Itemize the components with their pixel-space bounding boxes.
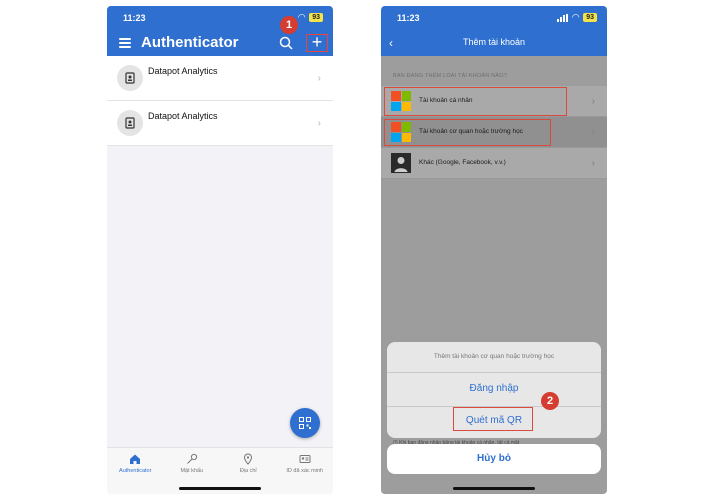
sign-in-button[interactable]: Đăng nhập [387,383,601,394]
hamburger-menu-icon[interactable] [119,38,131,48]
signal-icon [557,13,569,22]
badge-icon [117,110,143,136]
app-title: Authenticator [141,34,239,51]
wifi-icon: ◠ [298,12,306,22]
page-title: Thêm tài khoản [462,37,526,47]
location-pin-icon [244,453,253,465]
account-list: Datapot Analytics › Datapot Analytics › [107,56,333,146]
home-indicator [453,487,535,490]
wifi-icon: ◠ [572,12,580,22]
chevron-right-icon: › [317,73,321,84]
home-icon [130,454,141,464]
badge-icon [117,65,143,91]
authenticator-screen: 11:23 ◠ 93 Authenticator + 1 Datapot Ana… [107,6,333,494]
battery-indicator: 93 [309,13,323,22]
app-header: 11:23 ◠ 93 ‹ Thêm tài khoản [381,6,607,56]
status-bar: 11:23 ◠ 93 [107,6,333,26]
add-account-screen: 11:23 ◠ 93 ‹ Thêm tài khoản BẠN ĐANG THÊ… [381,6,607,494]
chevron-right-icon: › [317,118,321,129]
cancel-button[interactable]: Hủy bỏ [387,444,601,474]
key-icon [186,453,197,464]
chevron-right-icon: › [591,158,595,169]
highlight-personal [384,87,567,116]
status-time: 11:23 [123,13,146,23]
battery-indicator: 93 [583,13,597,22]
highlight-work-school [384,119,551,146]
id-card-icon [299,455,311,463]
account-item[interactable]: Datapot Analytics › [107,56,333,101]
home-indicator [179,487,261,490]
option-other-account[interactable]: Khác (Google, Facebook, v.v.) › [381,148,607,179]
chevron-right-icon: › [591,127,595,138]
add-account-button[interactable]: + [306,33,328,52]
account-name: Datapot Analytics [148,66,218,76]
step-badge-2: 2 [541,392,559,410]
account-item[interactable]: Datapot Analytics › [107,101,333,146]
qr-scan-fab-button[interactable] [290,408,320,438]
account-name: Datapot Analytics [148,111,218,121]
sheet-title: Thêm tài khoản cơ quan hoặc trường học [433,353,555,360]
status-time: 11:23 [397,13,420,23]
chevron-right-icon: › [591,96,595,107]
person-icon [391,153,411,173]
app-header: 11:23 ◠ 93 Authenticator + [107,6,333,56]
step-badge-1: 1 [280,16,298,34]
search-icon[interactable] [279,36,293,50]
status-bar: 11:23 ◠ 93 [381,6,607,26]
qr-code-icon [299,417,311,429]
tab-authenticator[interactable]: Authenticator [107,448,164,494]
highlight-scan-qr [453,407,533,431]
section-header: BẠN ĐANG THÊM LOẠI TÀI KHOẢN NÀO? [393,73,507,79]
tab-verified-ids[interactable]: ID đã xác minh [277,448,334,494]
